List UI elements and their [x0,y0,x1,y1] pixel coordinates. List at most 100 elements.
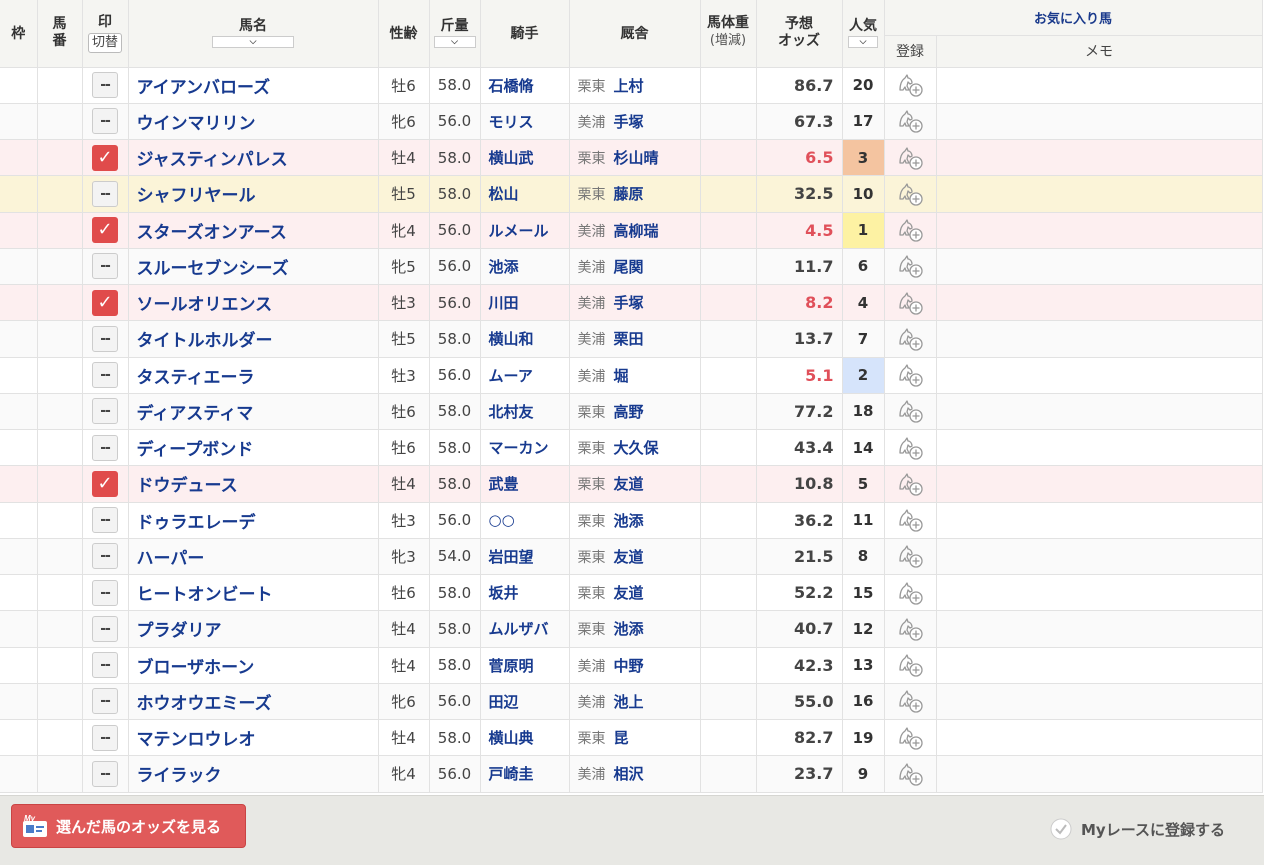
mark-checked-button[interactable]: ✓ [92,470,118,497]
trainer-link[interactable]: 手塚 [614,294,644,312]
mark-empty-button[interactable]: -- [92,507,118,534]
horse-name-link[interactable]: ドウデュース [128,465,379,503]
cell-memo[interactable] [936,538,1263,576]
cell-memo[interactable] [936,103,1263,141]
cell-memo[interactable] [936,647,1263,684]
horse-name-link[interactable]: アイアンバローズ [128,67,379,104]
header-name[interactable]: 馬名 ⌵ [128,0,379,68]
horse-add-favorite-icon[interactable] [896,471,924,497]
trainer-link[interactable]: 堀 [614,367,629,385]
header-popularity[interactable]: 人気 ⌵ [842,0,885,68]
horse-add-favorite-icon[interactable] [896,398,924,424]
sort-weight-button[interactable]: ⌵ [433,36,476,49]
cell-memo[interactable] [936,502,1263,539]
jockey-link[interactable]: 岩田望 [480,538,570,576]
sort-name-button[interactable]: ⌵ [212,36,294,49]
mark-empty-button[interactable]: -- [92,434,118,461]
cell-memo[interactable] [936,248,1263,286]
jockey-link[interactable]: ムーア [480,357,570,394]
trainer-link[interactable]: 大久保 [614,439,659,457]
horse-name-link[interactable]: ドゥラエレーデ [128,502,379,539]
mark-empty-button[interactable]: -- [92,688,118,715]
cell-memo[interactable] [936,574,1263,612]
jockey-link[interactable]: 菅原明 [480,647,570,684]
trainer-link[interactable]: 藤原 [614,185,644,203]
trainer-link[interactable]: 手塚 [614,113,644,131]
jockey-link[interactable]: 横山典 [480,719,570,757]
jockey-link[interactable]: マーカン [480,429,570,467]
jockey-link[interactable]: 横山武 [480,139,570,177]
horse-name-link[interactable]: ヒートオンビート [128,574,379,612]
trainer-link[interactable]: 尾関 [614,258,644,276]
horse-name-link[interactable]: ソールオリエンス [128,284,379,322]
mark-checked-button[interactable]: ✓ [92,289,118,316]
trainer-link[interactable]: 相沢 [614,765,644,783]
jockey-link[interactable]: 横山和 [480,320,570,358]
jockey-link[interactable]: ○○ [480,502,570,539]
cell-memo[interactable] [936,320,1263,358]
horse-add-favorite-icon[interactable] [896,725,924,751]
header-weight[interactable]: 斤量 ⌵ [429,0,481,68]
horse-add-favorite-icon[interactable] [896,108,924,134]
view-selected-odds-button[interactable]: My 選んだ馬のオッズを見る [11,804,246,848]
trainer-link[interactable]: 池上 [614,693,644,711]
cell-memo[interactable] [936,610,1263,648]
horse-name-link[interactable]: スルーセブンシーズ [128,248,379,286]
mark-empty-button[interactable]: -- [92,253,118,280]
horse-name-link[interactable]: ブローザホーン [128,647,379,684]
horse-add-favorite-icon[interactable] [896,435,924,461]
horse-name-link[interactable]: タスティエーラ [128,357,379,394]
trainer-link[interactable]: 栗田 [614,330,644,348]
jockey-link[interactable]: ムルザバ [480,610,570,648]
mark-empty-button[interactable]: -- [92,543,118,570]
jockey-link[interactable]: 武豊 [480,465,570,503]
cell-memo[interactable] [936,357,1263,394]
horse-name-link[interactable]: スターズオンアース [128,212,379,249]
mark-checked-button[interactable]: ✓ [92,217,118,244]
trainer-link[interactable]: 高野 [614,403,644,421]
mark-switch-button[interactable]: 切替 [87,32,122,53]
mark-empty-button[interactable]: -- [92,108,118,135]
horse-name-link[interactable]: ウインマリリン [128,103,379,141]
cell-memo[interactable] [936,465,1263,503]
trainer-link[interactable]: 友道 [614,475,644,493]
jockey-link[interactable]: 坂井 [480,574,570,612]
cell-memo[interactable] [936,755,1263,793]
mark-empty-button[interactable]: -- [92,724,118,751]
jockey-link[interactable]: 池添 [480,248,570,286]
horse-add-favorite-icon[interactable] [896,72,924,98]
trainer-link[interactable]: 池添 [614,620,644,638]
cell-memo[interactable] [936,67,1263,104]
jockey-link[interactable]: モリス [480,103,570,141]
jockey-link[interactable]: 田辺 [480,683,570,721]
horse-name-link[interactable]: ディアスティマ [128,393,379,431]
horse-name-link[interactable]: ホウオウエミーズ [128,683,379,721]
horse-add-favorite-icon[interactable] [896,290,924,316]
trainer-link[interactable]: 友道 [614,584,644,602]
sort-popularity-button[interactable]: ⌵ [848,36,878,49]
mark-empty-button[interactable]: -- [92,652,118,679]
horse-name-link[interactable]: マテンロウレオ [128,719,379,757]
jockey-link[interactable]: ルメール [480,212,570,249]
jockey-link[interactable]: 戸崎圭 [480,755,570,793]
horse-add-favorite-icon[interactable] [896,688,924,714]
trainer-link[interactable]: 杉山晴 [614,149,659,167]
jockey-link[interactable]: 石橋脩 [480,67,570,104]
horse-add-favorite-icon[interactable] [896,326,924,352]
jockey-link[interactable]: 松山 [480,175,570,213]
jockey-link[interactable]: 川田 [480,284,570,322]
horse-add-favorite-icon[interactable] [896,761,924,787]
cell-memo[interactable] [936,212,1263,249]
horse-add-favorite-icon[interactable] [896,253,924,279]
horse-name-link[interactable]: タイトルホルダー [128,320,379,358]
trainer-link[interactable]: 昆 [614,729,629,747]
cell-memo[interactable] [936,139,1263,177]
horse-add-favorite-icon[interactable] [896,181,924,207]
cell-memo[interactable] [936,393,1263,431]
mark-empty-button[interactable]: -- [92,180,118,207]
trainer-link[interactable]: 友道 [614,548,644,566]
horse-add-favorite-icon[interactable] [896,217,924,243]
mark-empty-button[interactable]: -- [92,325,118,352]
cell-memo[interactable] [936,683,1263,721]
cell-memo[interactable] [936,719,1263,757]
